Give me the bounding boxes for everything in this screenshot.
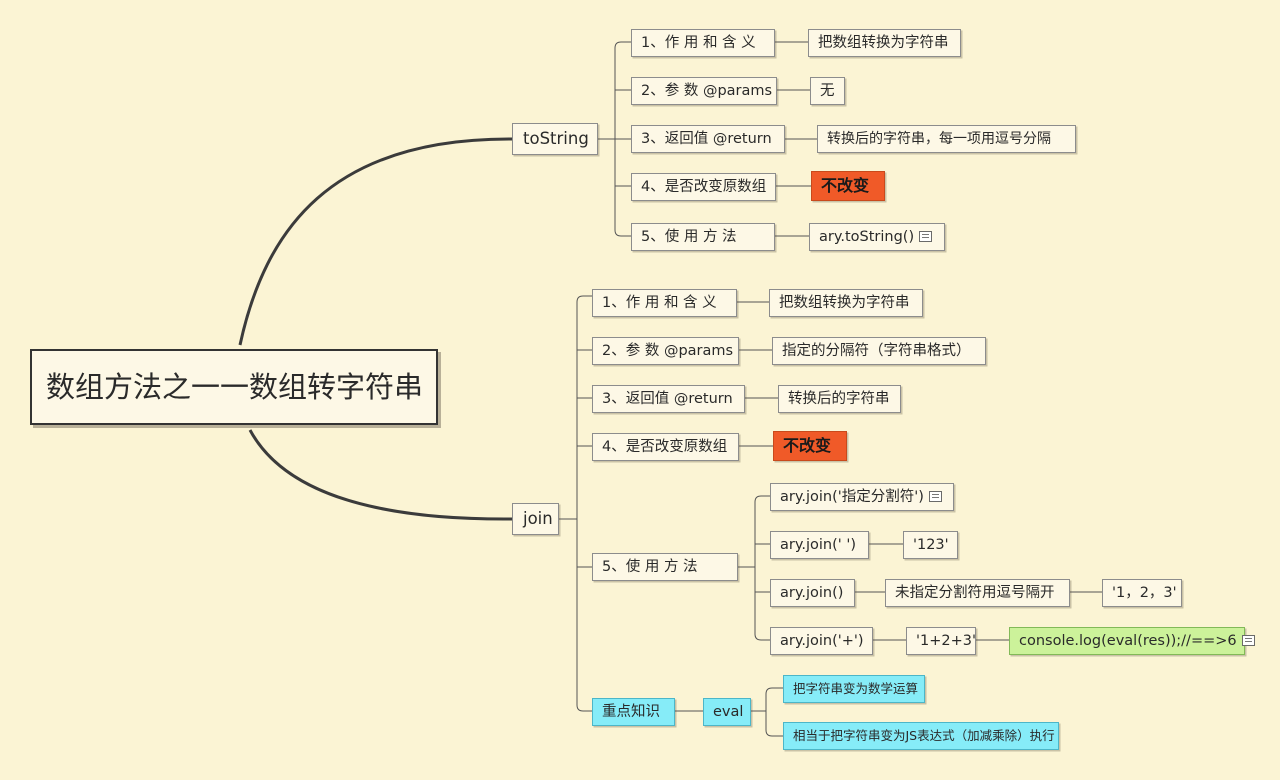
note-icon[interactable]: [1241, 635, 1255, 646]
join-mutates[interactable]: 4、是否改变原数组: [592, 433, 739, 461]
tostring-return-value[interactable]: 转换后的字符串，每一项用逗号分隔: [817, 125, 1076, 153]
join-return-value[interactable]: 转换后的字符串: [778, 385, 901, 413]
eval-desc-2[interactable]: 相当于把字符串变为JS表达式（加减乘除）执行: [783, 722, 1059, 750]
join-usage-c-result[interactable]: '1，2，3': [1102, 579, 1182, 607]
tostring-purpose[interactable]: 1、作 用 和 含 义: [631, 29, 775, 57]
join-usage-c-note[interactable]: 未指定分割符用逗号隔开: [885, 579, 1070, 607]
join-params-value[interactable]: 指定的分隔符（字符串格式）: [772, 337, 986, 365]
root-node-title[interactable]: 数组方法之一一数组转字符串: [30, 349, 438, 425]
note-icon[interactable]: [928, 491, 942, 502]
join-usage-b-result[interactable]: '123': [903, 531, 958, 559]
join-usage-d[interactable]: ary.join('+'): [770, 627, 873, 655]
tostring-params-value[interactable]: 无: [810, 77, 845, 105]
join-purpose[interactable]: 1、作 用 和 含 义: [592, 289, 737, 317]
join-usage[interactable]: 5、使 用 方 法: [592, 553, 738, 581]
join-usage-d-eval[interactable]: console.log(eval(res));//==>6: [1009, 627, 1255, 655]
link-root-join: [248, 429, 513, 521]
join-purpose-value[interactable]: 把数组转换为字符串: [769, 289, 923, 317]
node-tostring[interactable]: toString: [512, 123, 598, 155]
join-usage-d-eval-text: console.log(eval(res));//==>6: [1019, 633, 1237, 649]
tostring-purpose-value[interactable]: 把数组转换为字符串: [808, 29, 961, 57]
tostring-usage[interactable]: 5、使 用 方 法: [631, 223, 775, 251]
tostring-return[interactable]: 3、返回值 @return: [631, 125, 785, 153]
eval-desc-1[interactable]: 把字符串变为数学运算: [783, 675, 925, 703]
tostring-mutates[interactable]: 4、是否改变原数组: [631, 173, 776, 201]
tostring-usage-value-text: ary.toString(): [819, 229, 915, 245]
mind-map-canvas: 数组方法之一一数组转字符串 toString 1、作 用 和 含 义 把数组转换…: [0, 0, 1280, 780]
join-return[interactable]: 3、返回值 @return: [592, 385, 745, 413]
node-join[interactable]: join: [512, 503, 559, 535]
join-usage-c[interactable]: ary.join(): [770, 579, 855, 607]
join-mutates-value[interactable]: 不改变: [773, 431, 847, 461]
note-icon[interactable]: [919, 231, 933, 242]
tostring-params[interactable]: 2、参 数 @params: [631, 77, 777, 105]
join-key-point[interactable]: 重点知识: [592, 698, 675, 726]
join-usage-a[interactable]: ary.join('指定分割符'): [770, 483, 954, 511]
join-usage-d-result[interactable]: '1+2+3': [906, 627, 976, 655]
join-eval-node[interactable]: eval: [703, 698, 751, 726]
link-root-tostring: [238, 137, 513, 346]
tostring-mutates-value[interactable]: 不改变: [811, 171, 885, 201]
tostring-usage-value[interactable]: ary.toString(): [809, 223, 945, 251]
join-usage-a-text: ary.join('指定分割符'): [780, 489, 924, 505]
join-params[interactable]: 2、参 数 @params: [592, 337, 739, 365]
join-usage-b[interactable]: ary.join(' '): [770, 531, 869, 559]
